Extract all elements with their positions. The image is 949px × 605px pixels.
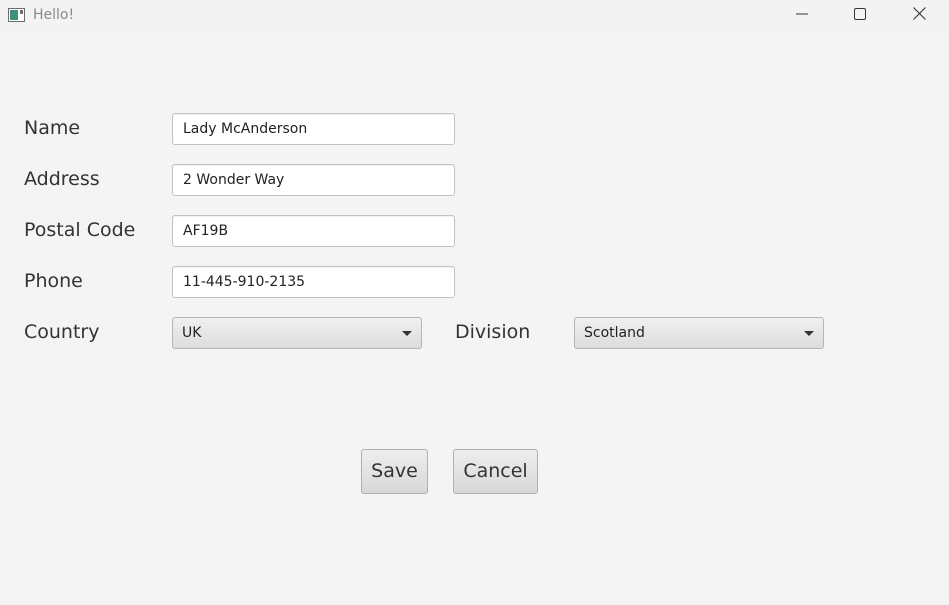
minimize-button[interactable]	[779, 0, 825, 31]
address-field[interactable]: 2 Wonder Way	[172, 164, 455, 196]
form-panel: Name Lady McAnderson Address 2 Wonder Wa…	[0, 31, 949, 605]
app-window-icon	[8, 8, 25, 22]
division-selected-value: Scotland	[584, 325, 645, 341]
chevron-down-icon	[804, 331, 814, 336]
application-window: Hello! Name Lady McAnderson Address 2 Wo…	[0, 0, 949, 605]
division-label: Division	[455, 321, 531, 343]
country-combo-box[interactable]: UK	[172, 317, 422, 349]
maximize-icon	[854, 7, 866, 25]
cancel-button[interactable]: Cancel	[453, 449, 538, 494]
title-bar[interactable]: Hello!	[0, 0, 949, 31]
window-title: Hello!	[33, 7, 75, 23]
country-selected-value: UK	[182, 325, 202, 341]
phone-field[interactable]: 11-445-910-2135	[172, 266, 455, 298]
name-field[interactable]: Lady McAnderson	[172, 113, 455, 145]
postal-code-label: Postal Code	[24, 219, 136, 241]
close-icon	[912, 6, 926, 25]
close-button[interactable]	[896, 0, 942, 31]
save-button[interactable]: Save	[361, 449, 428, 494]
phone-label: Phone	[24, 270, 83, 292]
country-label: Country	[24, 321, 100, 343]
name-label: Name	[24, 117, 81, 139]
postal-code-field[interactable]: AF19B	[172, 215, 455, 247]
address-label: Address	[24, 168, 100, 190]
maximize-button[interactable]	[837, 0, 883, 31]
division-combo-box[interactable]: Scotland	[574, 317, 824, 349]
minimize-icon	[796, 7, 808, 25]
chevron-down-icon	[402, 331, 412, 336]
